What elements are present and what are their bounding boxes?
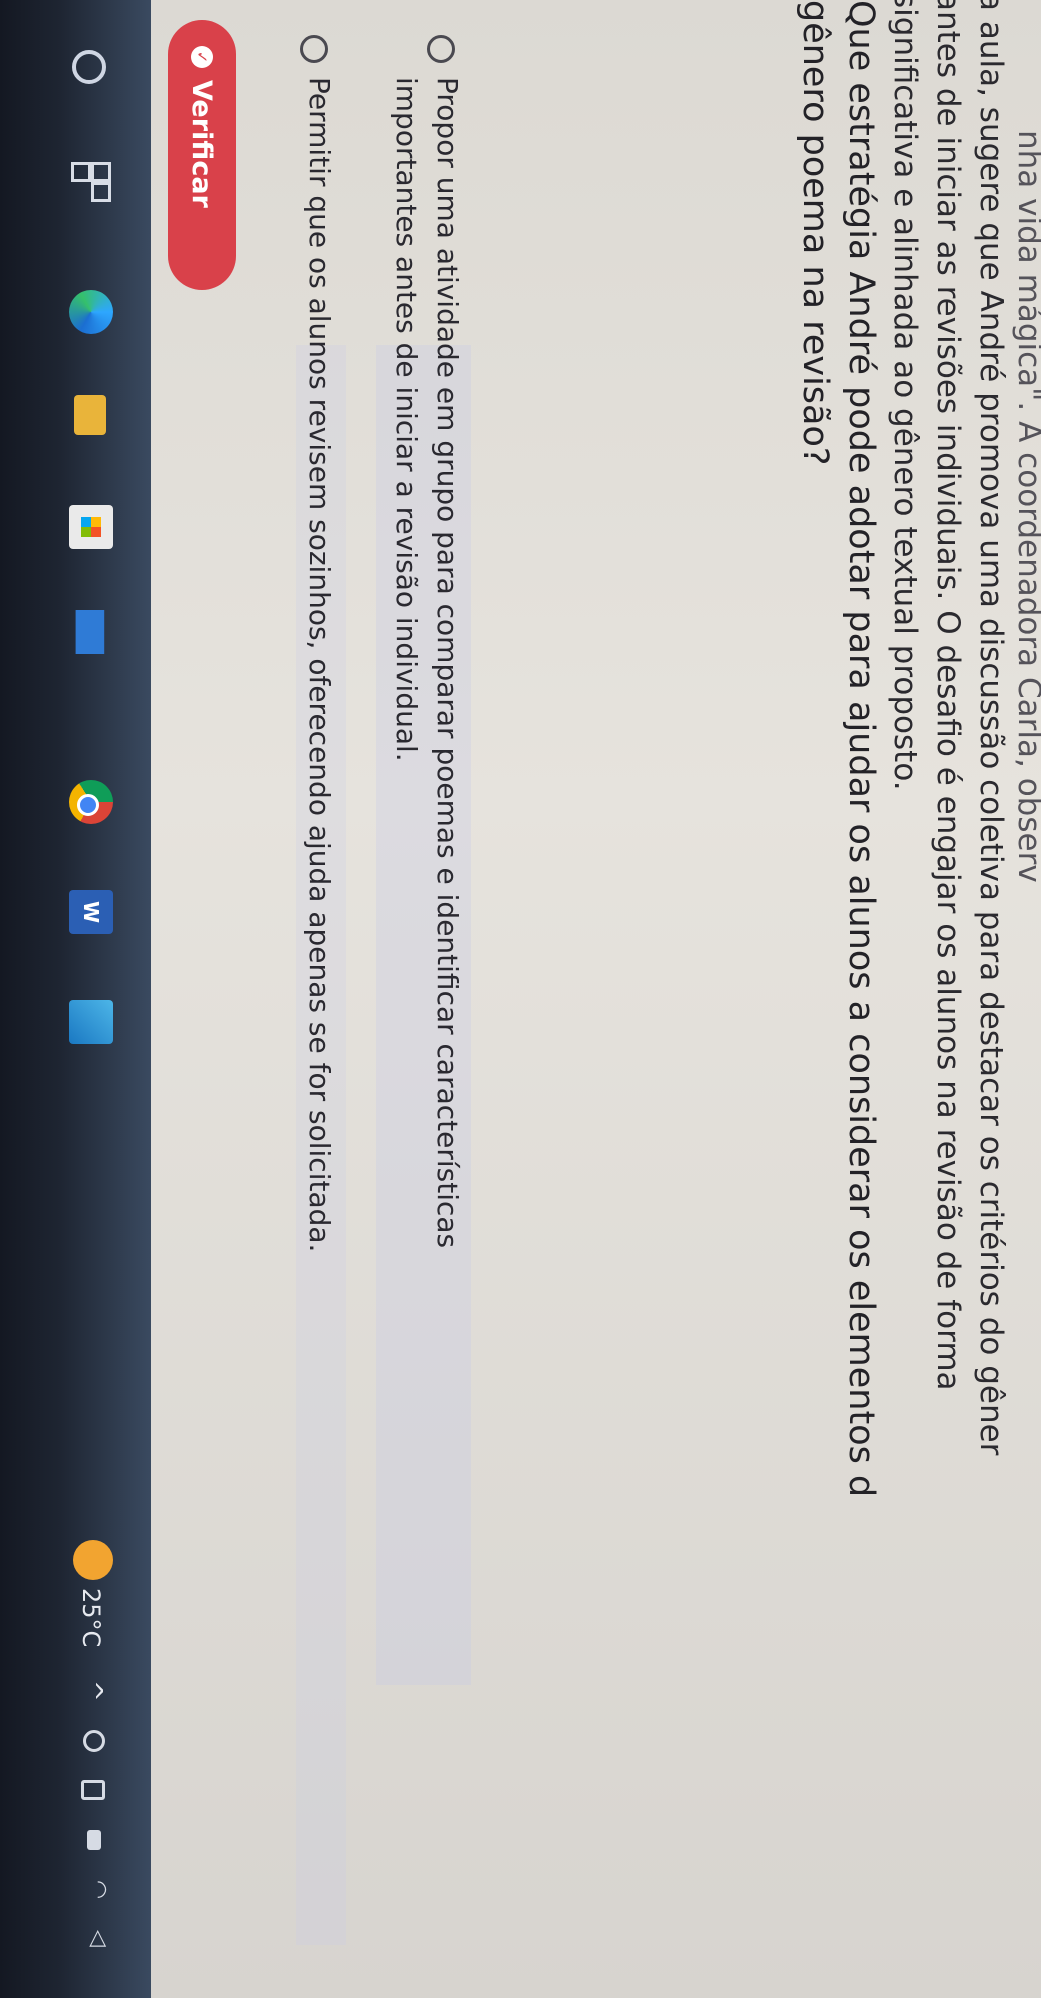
radio-button[interactable] xyxy=(300,35,328,63)
passage-line-2: a aula, sugere que André promova uma dis… xyxy=(973,0,1009,1456)
system-tray: 25°C ^ ◠ ◁ xyxy=(0,1540,151,1998)
wifi-icon[interactable]: ◠ xyxy=(86,1880,111,1902)
question-line-2: gênero poema na revisão? xyxy=(795,0,835,466)
word-icon[interactable]: W xyxy=(69,890,113,934)
passage-line-1: nha vida mágica". A coordenadora Carla, … xyxy=(1011,130,1041,883)
chevron-up-icon[interactable]: ^ xyxy=(77,1680,107,1702)
display-icon[interactable] xyxy=(87,1830,101,1850)
store-icon[interactable] xyxy=(69,505,113,549)
weather-icon[interactable] xyxy=(73,1540,113,1580)
task-view-icon[interactable] xyxy=(69,160,113,204)
volume-icon[interactable]: ◁ xyxy=(86,1930,111,1952)
file-explorer-icon[interactable] xyxy=(74,395,106,435)
option-1-line-1: Propor uma atividade em grupo para compa… xyxy=(431,77,464,1249)
paint-icon[interactable] xyxy=(69,1000,113,1044)
weather-temperature[interactable]: 25°C xyxy=(77,1588,105,1647)
mail-icon[interactable] xyxy=(69,610,113,654)
question-line-1: Que estratégia André pode adotar para aj… xyxy=(841,0,881,1498)
quiz-content: nha vida mágica". A coordenadora Carla, … xyxy=(151,0,1041,1998)
passage-line-4: significativa e alinhada ao gênero textu… xyxy=(887,0,923,791)
verify-button-label: Verificar xyxy=(186,80,218,208)
chrome-icon[interactable] xyxy=(69,780,113,824)
radio-button[interactable] xyxy=(427,35,455,63)
edge-icon[interactable] xyxy=(69,290,113,334)
passage-line-3: antes de iniciar as revisões individuais… xyxy=(930,0,966,1391)
rotated-screen: nha vida mágica". A coordenadora Carla, … xyxy=(0,0,1041,1998)
meet-icon[interactable] xyxy=(83,1730,105,1752)
battery-icon[interactable] xyxy=(81,1780,105,1800)
search-icon[interactable] xyxy=(72,50,106,84)
check-icon: ✓ xyxy=(191,46,213,68)
verify-button[interactable]: ✓ Verificar xyxy=(168,20,236,290)
option-1-line-2: importantes antes de iniciar a revisão i… xyxy=(390,77,423,762)
option-2-line-1: Permitir que os alunos revisem sozinhos,… xyxy=(303,77,336,1253)
taskbar: W 25°C ^ ◠ ◁ xyxy=(0,0,151,1998)
